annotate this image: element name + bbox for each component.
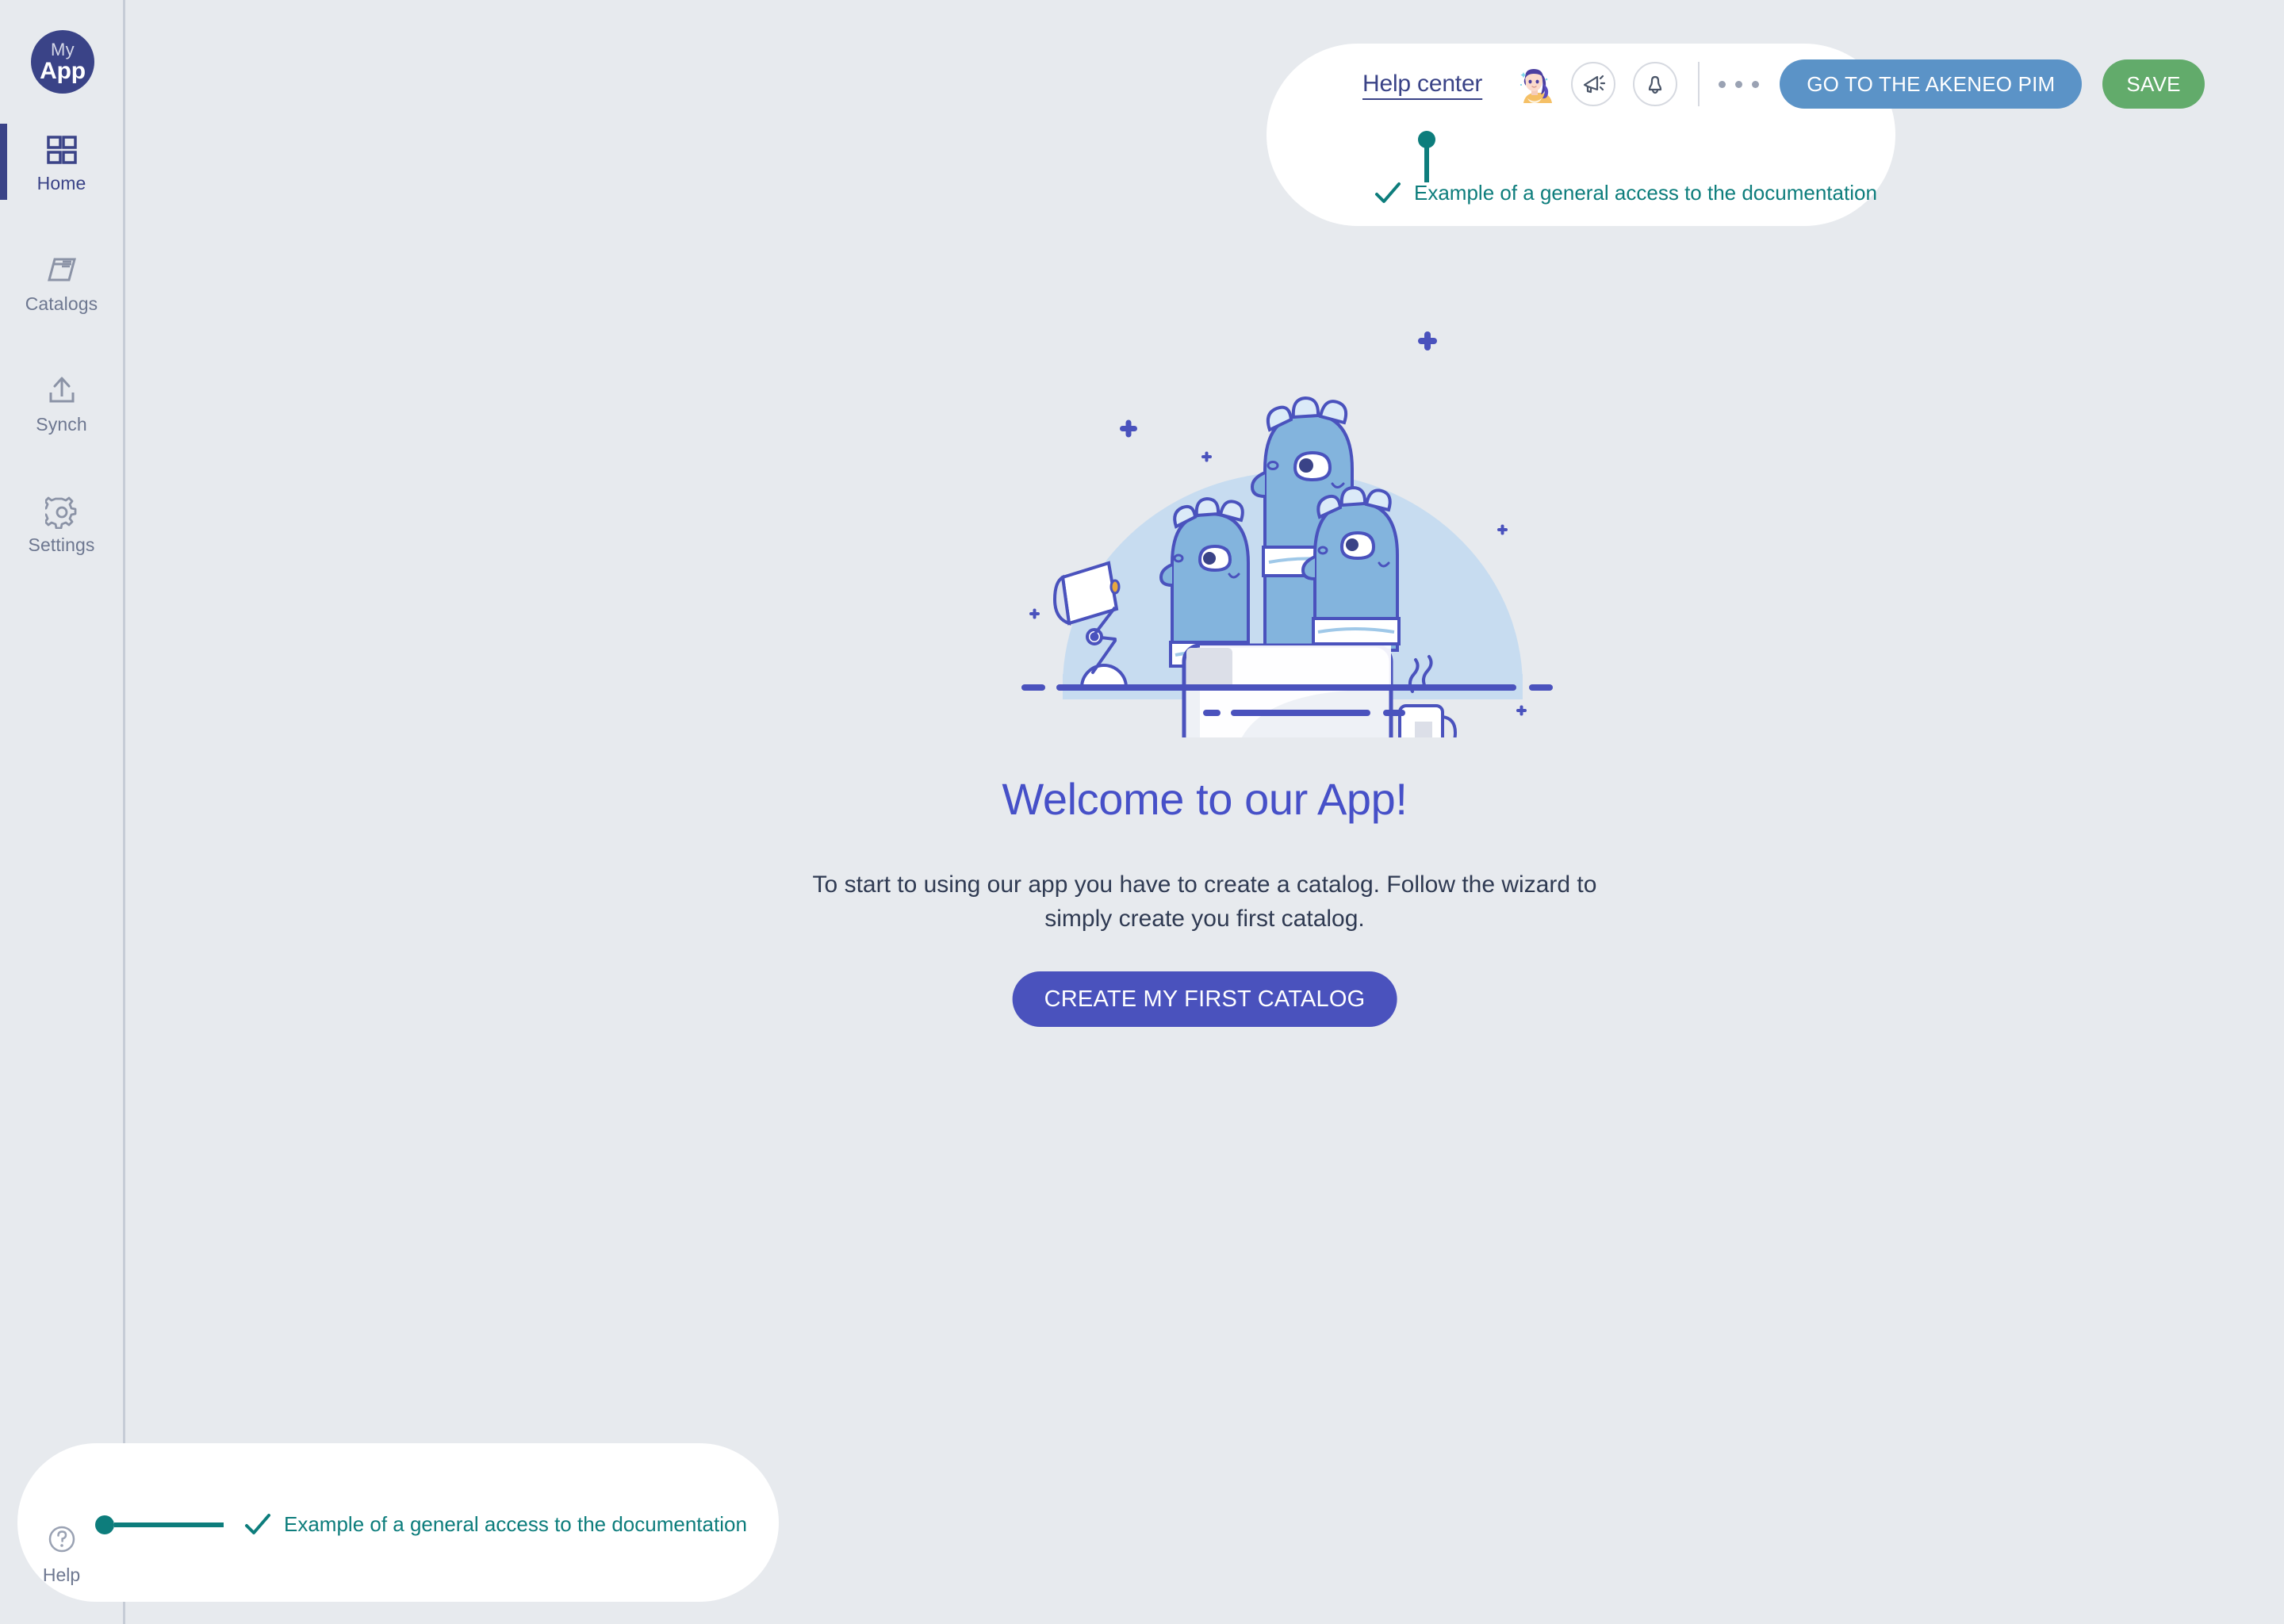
question-circle-icon <box>46 1523 78 1559</box>
user-avatar[interactable] <box>1516 65 1554 103</box>
app-logo-line1: My <box>51 39 75 59</box>
header-toolbar: Help center GO TO THE AKENEO PIM SAVE <box>1362 54 2205 114</box>
active-indicator <box>0 124 7 200</box>
gear-icon <box>44 493 79 531</box>
callout-text: Example of a general access to the docum… <box>1414 181 1877 205</box>
sidebar-item-home[interactable]: Home <box>0 124 123 200</box>
megaphone-icon <box>1584 75 1606 94</box>
upload-icon <box>45 373 79 411</box>
callout-text-group: Example of a general access to the docum… <box>244 1512 747 1537</box>
three-dinosaurs-laptop-illustration <box>1015 325 1570 772</box>
grid-icon <box>46 132 78 170</box>
page-subtitle: To start to using our app you have to cr… <box>812 871 1597 932</box>
check-icon <box>1375 182 1401 203</box>
help-center-link[interactable]: Help center <box>1362 71 1482 98</box>
callout-anchor-dot <box>95 1515 114 1534</box>
check-icon <box>245 1513 270 1534</box>
page-title: Welcome to our App! <box>1002 774 1408 824</box>
app-logo-line2: App <box>40 57 86 84</box>
sidebar-item-label: Settings <box>28 534 95 555</box>
callout-connector-line <box>1424 144 1429 182</box>
app-logo[interactable]: My App <box>31 30 94 94</box>
sidebar-item-catalogs[interactable]: Catalogs <box>0 244 123 320</box>
go-to-akeneo-pim-button[interactable]: GO TO THE AKENEO PIM <box>1780 59 2083 109</box>
header-divider <box>1698 62 1700 106</box>
books-icon <box>45 252 79 290</box>
sidebar-item-label: Catalogs <box>25 293 98 314</box>
sidebar-item-synch[interactable]: Synch <box>0 365 123 441</box>
sidebar-item-label: Home <box>36 173 86 193</box>
ellipsis-icon[interactable] <box>1719 80 1760 88</box>
help-documentation-callout: Example of a general access to the docum… <box>95 1512 747 1537</box>
callout-connector-line <box>114 1522 224 1527</box>
callout-text: Example of a general access to the docum… <box>284 1512 747 1536</box>
megaphone-icon-button[interactable] <box>1571 62 1616 106</box>
create-first-catalog-button[interactable]: CREATE MY FIRST CATALOG <box>1012 971 1397 1027</box>
main-content: Welcome to our App! To start to using ou… <box>125 0 2284 1624</box>
sidebar-item-label: Synch <box>36 414 87 435</box>
bell-icon <box>1649 75 1662 94</box>
sidebar-item-settings[interactable]: Settings <box>0 485 123 561</box>
save-button[interactable]: SAVE <box>2102 59 2205 109</box>
bell-icon-button[interactable] <box>1633 62 1678 106</box>
sidebar-item-label: Help <box>42 1565 81 1585</box>
callout-text-group: Example of a general access to the docum… <box>1374 181 1877 205</box>
sidebar: My App Home Catalogs Synch Settings <box>0 0 125 1624</box>
